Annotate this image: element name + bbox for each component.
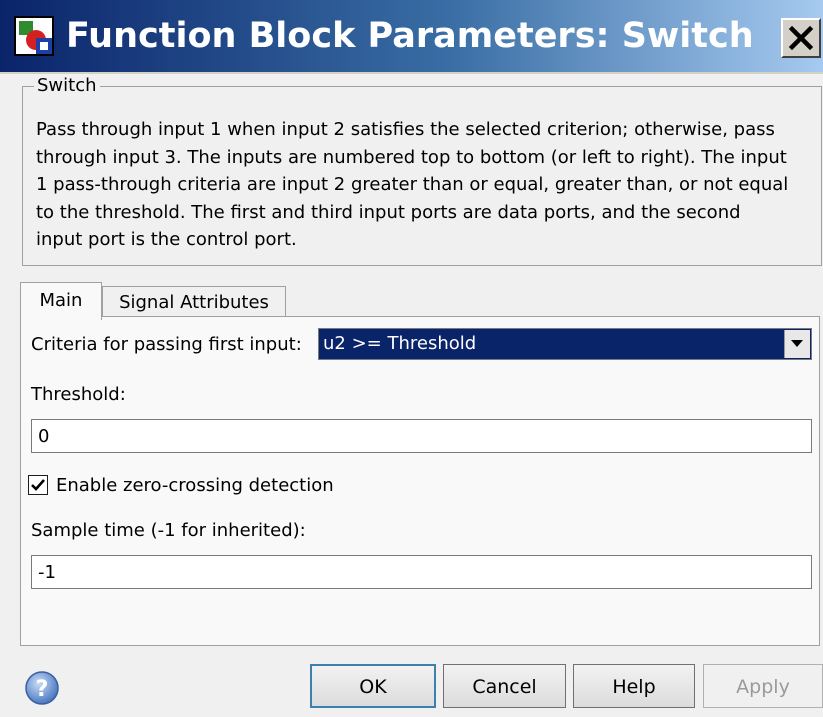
cancel-button[interactable]: Cancel [443, 664, 566, 708]
checkmark-icon [31, 479, 45, 491]
title-divider [0, 72, 823, 74]
zero-crossing-label: Enable zero-crossing detection [56, 475, 334, 496]
window-title: Function Block Parameters: Switch [66, 16, 754, 56]
description-line: through input 3. The inputs are numbered… [36, 146, 787, 168]
title-bar: Function Block Parameters: Switch [0, 0, 823, 72]
close-icon [788, 25, 814, 51]
svg-text:?: ? [36, 677, 49, 702]
sample-time-input[interactable] [31, 555, 812, 589]
apply-button[interactable]: Apply [703, 664, 823, 708]
criteria-label: Criteria for passing first input: [31, 334, 302, 355]
ok-button[interactable]: OK [310, 664, 436, 708]
close-button[interactable] [781, 18, 821, 58]
sample-time-label: Sample time (-1 for inherited): [31, 520, 306, 541]
criteria-value: u2 >= Threshold [323, 333, 477, 354]
simulink-block-icon [14, 16, 54, 56]
group-label: Switch [34, 74, 100, 98]
tab-signal-attributes[interactable]: Signal Attributes [102, 286, 286, 318]
dropdown-arrow-button[interactable] [784, 330, 810, 358]
description-line: 1 pass-through criteria are input 2 grea… [36, 174, 789, 195]
criteria-dropdown[interactable]: u2 >= Threshold [318, 328, 812, 360]
help-icon[interactable]: ? [24, 670, 60, 706]
zero-crossing-checkbox[interactable] [28, 475, 48, 495]
threshold-input[interactable] [31, 419, 812, 453]
block-description: Pass through input 1 when input 2 satisf… [36, 116, 823, 254]
chevron-down-icon [791, 340, 803, 347]
tab-main[interactable]: Main [20, 282, 102, 320]
threshold-label: Threshold: [31, 384, 126, 405]
description-line: Pass through input 1 when input 2 satisf… [36, 119, 775, 140]
description-line: input port is the control port. [36, 229, 297, 250]
description-line: to the threshold. The first and third in… [36, 201, 741, 223]
help-button[interactable]: Help [573, 664, 695, 708]
